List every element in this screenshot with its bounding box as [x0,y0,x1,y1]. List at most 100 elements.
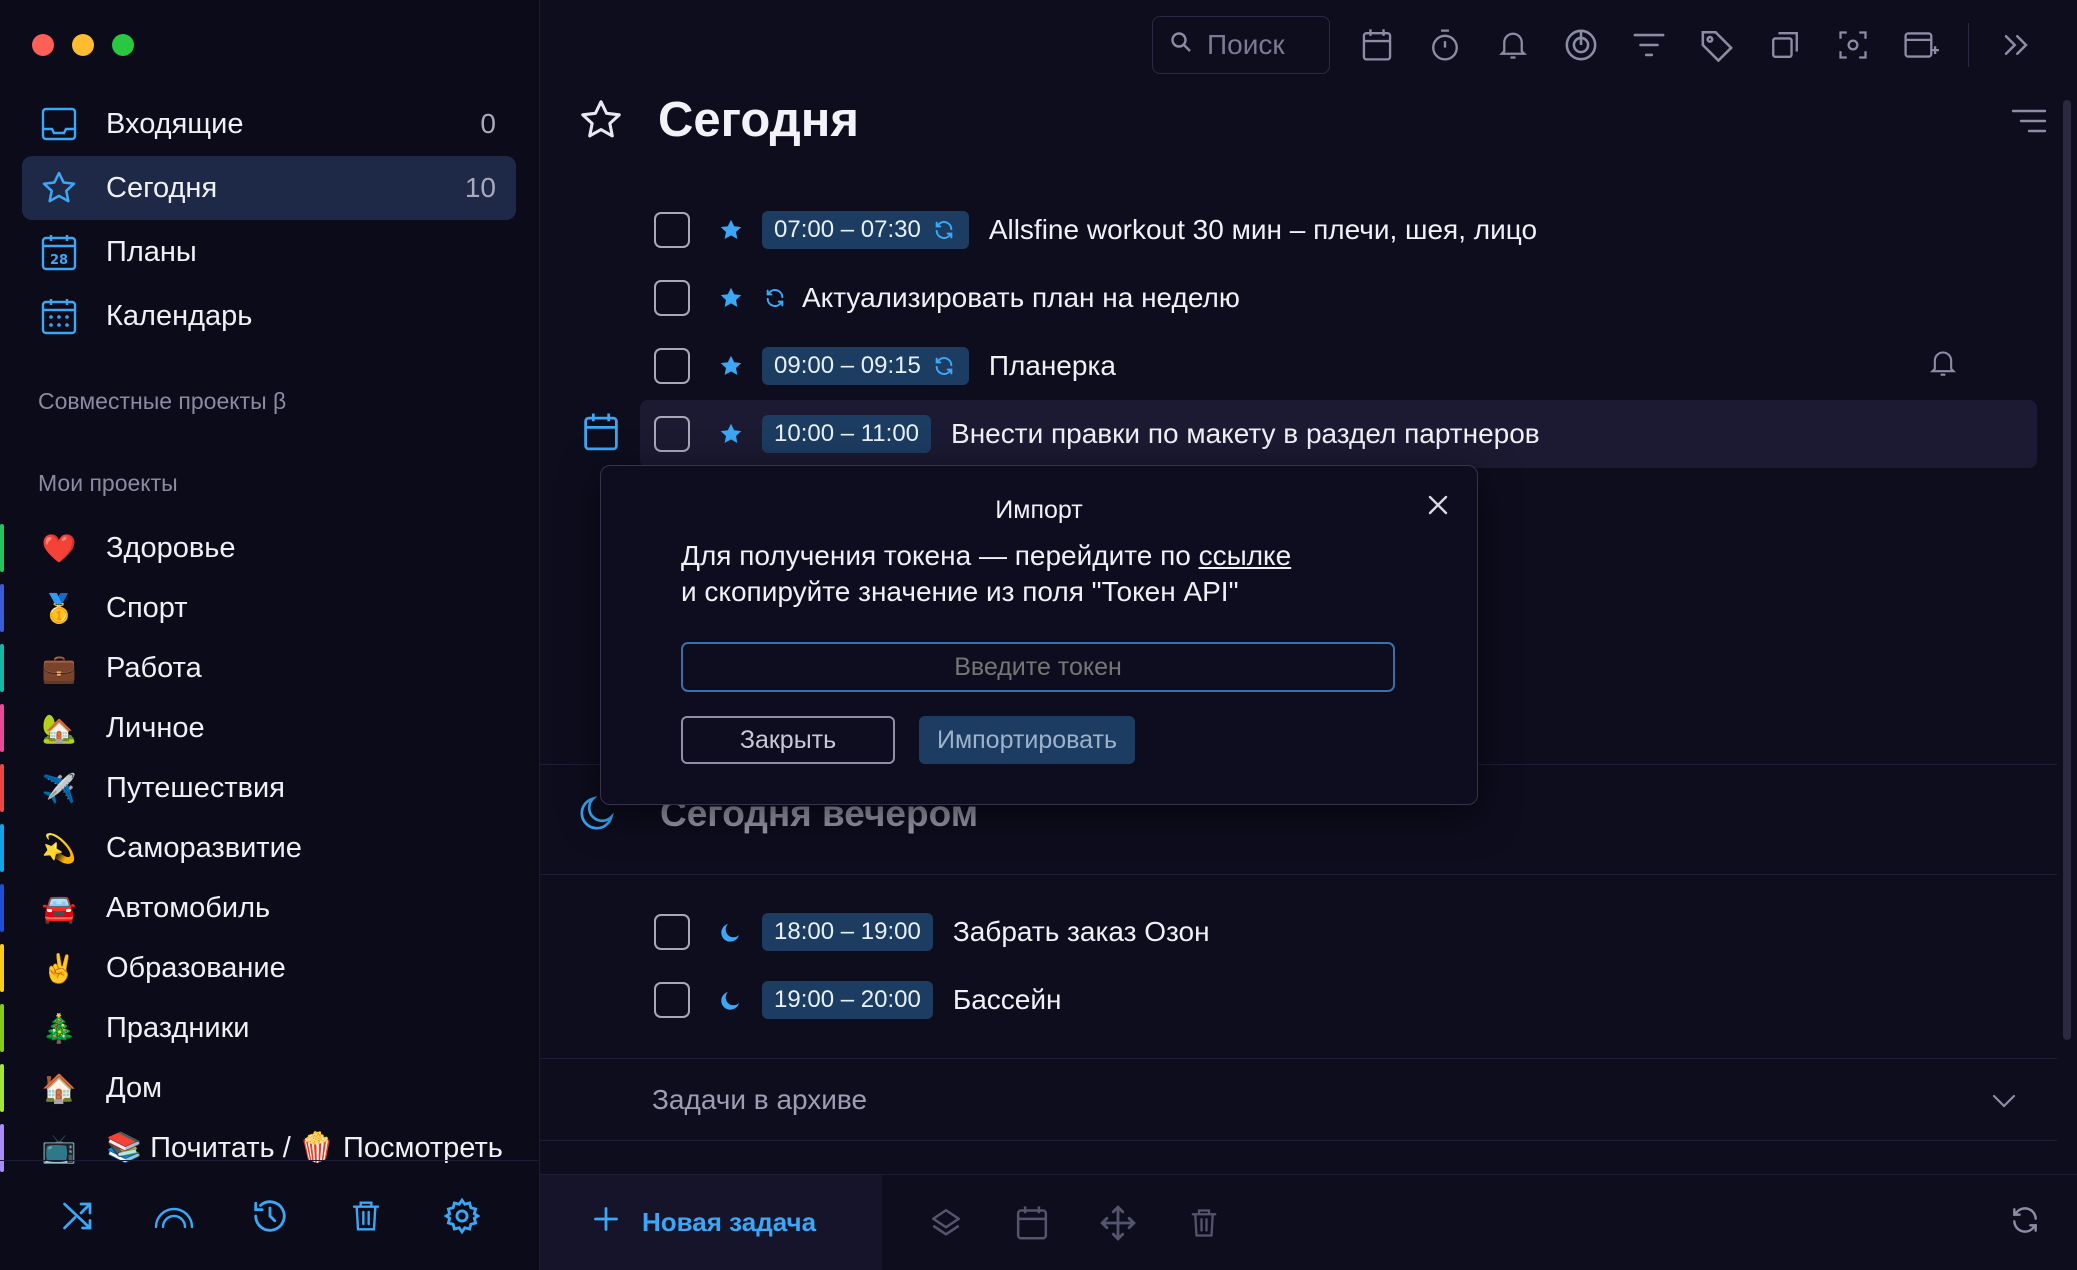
task-row[interactable]: Актуализировать план на неделю [540,264,2037,332]
calendar-icon[interactable] [1010,1201,1054,1245]
time-chip[interactable]: 19:00 – 20:00 [762,981,933,1019]
repeat-icon [931,217,957,243]
project-color-bar [0,524,4,572]
task-checkbox[interactable] [654,982,690,1018]
trash-icon[interactable] [344,1194,388,1238]
window-controls [32,34,134,56]
rainbow-icon[interactable] [152,1194,196,1238]
section-divider [540,1058,2057,1059]
time-chip[interactable]: 07:00 – 07:30 [762,211,969,249]
my-projects-title: Мои проекты [38,470,178,496]
maximize-window-button[interactable] [112,34,134,56]
project-label: Образование [106,951,286,984]
evening-task-list: 18:00 – 19:00 Забрать заказ Озон 19:00 –… [540,898,2037,1034]
search-icon [1169,29,1193,61]
tag-icon[interactable] [1696,24,1738,66]
inbox-icon [36,101,82,147]
nav-item-today[interactable]: Сегодня 10 [22,156,516,220]
bell-icon[interactable] [1492,24,1534,66]
cards-icon[interactable] [1764,24,1806,66]
timer-icon[interactable] [1424,24,1466,66]
house-icon: 🏠 [41,1072,77,1104]
toolbar-divider [1968,23,1969,67]
token-input[interactable] [681,642,1395,692]
moon-filled-icon [716,985,746,1015]
project-item-car[interactable]: 🚘 Автомобиль [0,878,540,938]
victory-hand-icon: ✌️ [41,952,77,984]
shared-projects-title[interactable]: Совместные проекты β [38,388,286,415]
project-item-education[interactable]: ✌️ Образование [0,938,540,998]
shuffle-icon[interactable] [56,1194,100,1238]
project-list: ❤️ Здоровье 🥇 Спорт 💼 Работа 🏡 Личное ✈️ Путе… [0,518,540,1178]
repeat-icon [931,353,957,379]
nav-label: Календарь [106,299,253,332]
nav-item-plans[interactable]: 28 Планы [22,220,516,284]
archived-tasks-toggle[interactable]: Задачи в архиве [540,1060,2057,1140]
nav-item-inbox[interactable]: Входящие 0 [22,92,516,156]
project-color-bar [0,824,4,872]
settings-gear-icon[interactable] [440,1194,484,1238]
project-item-personal[interactable]: 🏡 Личное [0,698,540,758]
chevron-down-icon [1991,1084,2017,1116]
task-row-selected[interactable]: 10:00 – 11:00 Внести правки по макету в … [640,400,2037,468]
star-filled-icon [716,419,746,449]
reminder-bell-icon[interactable] [1929,347,1957,386]
task-row[interactable]: 09:00 – 09:15 Планерка [540,332,2037,400]
repeat-icon [762,285,788,311]
minimize-window-button[interactable] [72,34,94,56]
time-chip[interactable]: 09:00 – 09:15 [762,347,969,385]
page-title: Сегодня [658,93,859,147]
pomodoro-icon[interactable] [1560,24,1602,66]
task-row[interactable]: 07:00 – 07:30 Allsfine workout 30 мин – … [540,196,2037,264]
dizzy-star-icon: 💫 [41,832,77,864]
token-link[interactable]: ссылке [1199,540,1292,571]
trash-icon[interactable] [1182,1201,1226,1245]
calendar-icon[interactable] [1356,24,1398,66]
layers-icon[interactable] [924,1201,968,1245]
import-dialog: Импорт Для получения токена — перейдите … [600,465,1478,805]
project-item-holidays[interactable]: 🎄 Праздники [0,998,540,1058]
sort-menu-icon[interactable] [2009,106,2049,141]
project-label: Дом [106,1071,163,1104]
project-label: Работа [106,651,202,684]
import-button[interactable]: Импортировать [919,716,1135,764]
new-task-button[interactable]: Новая задача [540,1174,882,1270]
task-row[interactable]: 19:00 – 20:00 Бассейн [540,966,2037,1034]
sync-icon[interactable] [2009,1204,2041,1241]
task-row[interactable]: 18:00 – 19:00 Забрать заказ Озон [540,898,2037,966]
task-title: Забрать заказ Озон [952,916,1210,947]
task-checkbox[interactable] [654,914,690,950]
move-icon[interactable] [1096,1201,1140,1245]
svg-text:28: 28 [50,253,68,268]
project-item-health[interactable]: ❤️ Здоровье [0,518,540,578]
search-box[interactable]: Поиск [1152,16,1330,74]
car-icon: 🚘 [41,892,77,924]
project-color-bar [0,944,4,992]
focus-icon[interactable] [1832,24,1874,66]
close-button[interactable]: Закрыть [681,716,895,764]
task-checkbox[interactable] [654,280,690,316]
nav-item-calendar[interactable]: Календарь [22,284,516,348]
task-checkbox[interactable] [654,348,690,384]
close-icon[interactable] [1427,494,1449,521]
project-item-travel[interactable]: ✈️ Путешествия [0,758,540,818]
task-checkbox[interactable] [654,212,690,248]
scrollbar[interactable] [2063,100,2071,1040]
task-title: Allsfine workout 30 мин – плечи, шея, ли… [988,214,1538,245]
time-chip[interactable]: 18:00 – 19:00 [762,913,933,951]
time-range: 07:00 – 07:30 [774,216,921,243]
filter-icon[interactable] [1628,24,1670,66]
project-item-home[interactable]: 🏠 Дом [0,1058,540,1118]
close-window-button[interactable] [32,34,54,56]
double-chevron-right-icon[interactable] [1995,24,2037,66]
time-chip[interactable]: 10:00 – 11:00 [762,415,932,453]
history-icon[interactable] [248,1194,292,1238]
time-range: 09:00 – 09:15 [774,352,921,379]
app-window: Входящие 0 Сегодня 10 28 Планы Календарь… [0,0,2077,1270]
project-item-work[interactable]: 💼 Работа [0,638,540,698]
project-item-self-development[interactable]: 💫 Саморазвитие [0,818,540,878]
project-item-sport[interactable]: 🥇 Спорт [0,578,540,638]
task-checkbox[interactable] [654,416,690,452]
add-calendar-icon[interactable] [1900,24,1942,66]
calendar-grid-icon [36,293,82,339]
